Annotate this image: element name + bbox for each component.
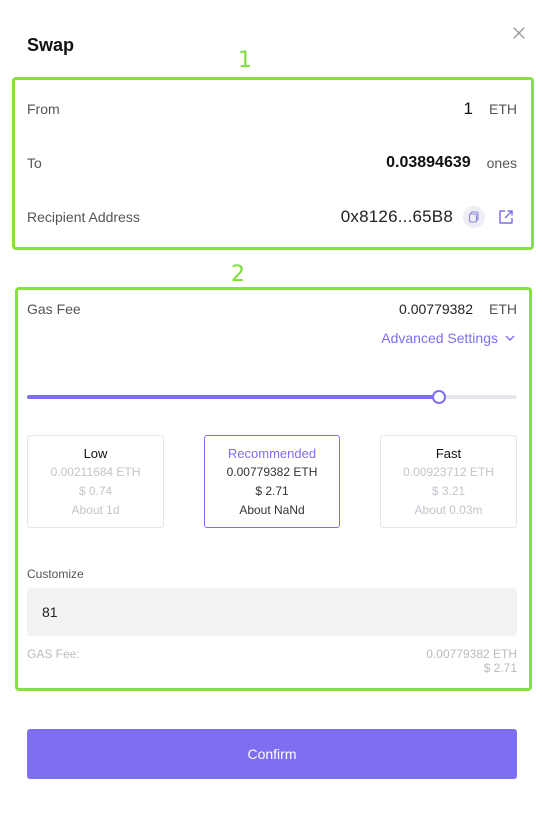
from-value: 1 [463,99,473,118]
gas-option-name: Fast [435,446,462,461]
recipient-row: Recipient Address 0x8126...65B8 [27,206,517,228]
gas-option-time: About 1d [71,503,120,517]
gas-option-time: About NaNd [239,503,305,517]
gas-option-name: Low [83,446,108,461]
external-link-icon[interactable] [495,206,517,228]
to-unit: ones [486,155,517,171]
slider-thumb[interactable] [431,390,446,404]
from-row: From 1 ETH [27,98,517,120]
gas-fee-slider[interactable] [27,390,517,404]
gas-option-eth: 0.00779382 ETH [226,465,318,479]
recipient-label: Recipient Address [27,209,140,225]
from-unit: ETH [489,101,517,117]
chevron-down-icon [505,335,515,341]
recipient-address: 0x8126...65B8 [340,207,453,226]
close-icon[interactable] [510,24,528,42]
from-label: From [27,101,60,117]
copy-icon[interactable] [463,206,485,228]
gas-option-eth: 0.00923712 ETH [403,465,494,479]
advanced-settings-label: Advanced Settings [381,330,498,346]
gas-option-usd: $ 2.71 [255,484,289,498]
to-label: To [27,155,42,171]
confirm-button[interactable]: Confirm [27,729,517,779]
gas-summary-eth: 0.00779382 ETH [426,647,517,661]
to-row: To 0.03894639 ones [27,152,517,174]
annotation-marker-1: 1 [238,48,252,73]
page-title: Swap [27,35,75,55]
gas-fee-unit: ETH [489,301,517,317]
gas-summary-usd: $ 2.71 [483,661,517,675]
gas-summary-label: GAS Fee: [27,647,80,661]
gas-option-fast[interactable]: Fast 0.00923712 ETH $ 3.21 About 0.03m [380,435,517,528]
to-value: 0.03894639 [386,154,471,171]
gas-option-eth: 0.00211684 ETH [50,465,141,479]
slider-fill [27,395,439,399]
gas-option-recommended[interactable]: Recommended 0.00779382 ETH $ 2.71 About … [204,435,340,528]
gas-fee-label: Gas Fee [27,301,81,317]
gas-option-time: About 0.03m [414,503,483,517]
gas-fee-value: 0.00779382 [399,301,473,317]
advanced-settings-toggle[interactable]: Advanced Settings [381,330,516,346]
annotation-marker-2: 2 [231,262,245,287]
gas-summary-values: 0.00779382 ETH $ 2.71 [426,647,517,675]
gas-option-usd: $ 3.21 [431,484,466,498]
customize-label: Customize [27,567,84,581]
gas-option-name: Recommended [227,446,317,461]
gas-option-low[interactable]: Low 0.00211684 ETH $ 0.74 About 1d [27,435,164,528]
gas-option-usd: $ 0.74 [78,484,113,498]
customize-input[interactable] [27,588,517,636]
gas-fee-row: Gas Fee 0.00779382 ETH [27,298,517,320]
